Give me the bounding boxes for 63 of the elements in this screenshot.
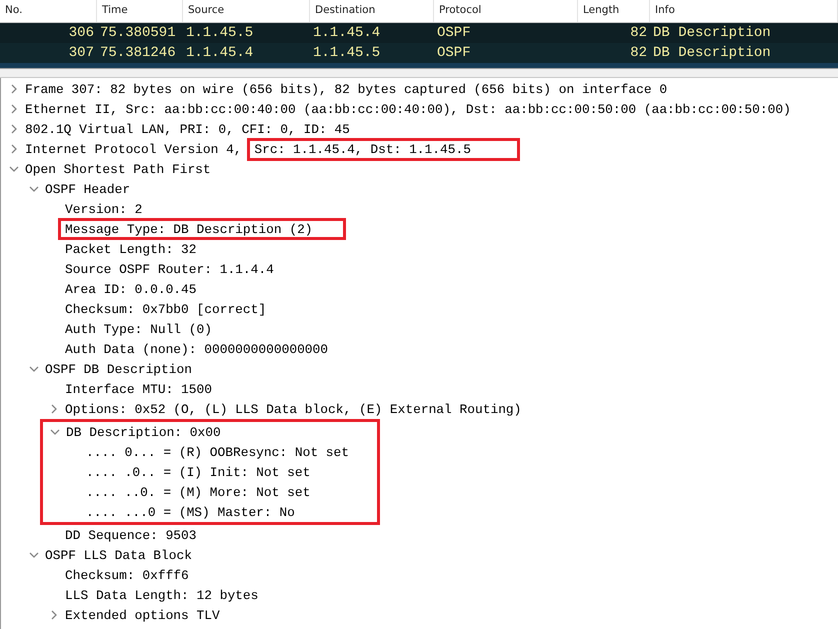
tree-item-label[interactable]: Auth Data (none): 0000000000000000 <box>65 340 328 358</box>
chevron-down-icon[interactable] <box>29 364 39 374</box>
tree-item-label[interactable]: OSPF DB Description <box>45 360 192 378</box>
column-header[interactable]: No. <box>0 0 97 22</box>
column-header[interactable]: Info <box>650 0 838 22</box>
table-cell-text: 307 <box>68 45 95 61</box>
tree-item-label[interactable]: Checksum: 0xfff6 <box>65 566 189 584</box>
table-cell-text: OSPF <box>436 45 472 61</box>
tree-item-label[interactable]: Extended options TLV <box>65 606 220 624</box>
tree-item-label[interactable]: Options: 0x52 (O, (L) LLS Data block, (E) External Routing) <box>65 400 522 418</box>
tree-item-label[interactable]: .... 0... = (R) OOBResync: Not set <box>86 444 350 460</box>
highlighted-text: Src: 1.1.45.4, Dst: 1.1.45.5 <box>247 138 520 160</box>
packet-row[interactable]: 307 75.381246 1.1.45.4 1.1.45.5 OSPF 82 DB Description <box>0 43 838 63</box>
chevron-right-icon[interactable] <box>9 124 19 134</box>
table-cell-text: 1.1.45.4 <box>312 25 382 41</box>
tree-item-label[interactable]: .... ..0. = (M) More: Not set <box>86 484 310 500</box>
tree-item-label[interactable]: 802.1Q Virtual LAN, PRI: 0, CFI: 0, ID: 45 <box>25 120 350 138</box>
chevron-right-icon[interactable] <box>9 84 19 94</box>
chevron-right-icon[interactable] <box>49 404 59 414</box>
tree-item-label[interactable]: Internet Protocol Version 4, <box>25 140 242 158</box>
tree-item-label[interactable]: OSPF Header <box>45 180 130 198</box>
chevron-right-icon[interactable] <box>9 104 19 114</box>
table-cell-text: DB Description <box>652 45 772 61</box>
tree-item-label[interactable]: .... ...0 = (MS) Master: No <box>86 504 295 520</box>
tree-item-label[interactable]: Open Shortest Path First <box>25 160 211 178</box>
pane-splitter[interactable] <box>0 68 838 78</box>
tree-item-label[interactable]: DD Sequence: 9503 <box>65 526 197 544</box>
tree-item-label[interactable]: Area ID: 0.0.0.45 <box>65 280 197 298</box>
chevron-down-icon[interactable] <box>50 427 60 437</box>
column-header[interactable]: Destination <box>310 0 434 22</box>
tree-item-label[interactable]: OSPF LLS Data Block <box>45 546 192 564</box>
table-cell-text: OSPF <box>436 25 472 41</box>
table-cell-text: 306 <box>68 25 95 41</box>
column-header[interactable]: Source <box>183 0 310 22</box>
tree-item-label[interactable]: Message Type: DB Description (2) <box>58 218 346 240</box>
tree-item-label[interactable]: Auth Type: Null (0) <box>65 320 212 338</box>
tree-item-label[interactable]: Checksum: 0x7bb0 [correct] <box>65 300 266 318</box>
chevron-down-icon[interactable] <box>29 550 39 560</box>
table-cell-text: 75.381246 <box>99 45 177 61</box>
tree-item-label[interactable]: Frame 307: 82 bytes on wire (656 bits), 82 bytes captured (656 bits) on interface 0 <box>25 80 668 98</box>
column-header[interactable]: Protocol <box>434 0 578 22</box>
table-cell-text: 75.380591 <box>99 25 177 41</box>
chevron-right-icon[interactable] <box>49 610 59 620</box>
table-cell-text: DB Description <box>652 25 772 41</box>
chevron-down-icon[interactable] <box>9 164 19 174</box>
column-header[interactable]: Length <box>578 0 650 22</box>
table-cell-text: 1.1.45.4 <box>185 45 254 61</box>
table-cell-text: 1.1.45.5 <box>312 45 382 61</box>
tree-item-label[interactable]: Packet Length: 32 <box>65 240 197 258</box>
chevron-right-icon[interactable] <box>9 144 19 154</box>
tree-item-label[interactable]: Version: 2 <box>65 200 142 218</box>
tree-item-label[interactable]: Ethernet II, Src: aa:bb:cc:00:40:00 (aa:bb:cc:00:40:00), Dst: aa:bb:cc:00:50:00 (aa:bb:cc:00:50:00) <box>25 100 791 118</box>
table-cell-text: 82 <box>629 25 648 41</box>
table-cell-text: 1.1.45.5 <box>185 25 254 41</box>
table-cell-text: 82 <box>629 45 648 61</box>
tree-item-label[interactable]: .... .0.. = (I) Init: Not set <box>86 464 310 480</box>
packet-row[interactable]: 306 75.380591 1.1.45.5 1.1.45.4 OSPF 82 DB Description <box>0 23 838 43</box>
tree-item-label[interactable]: DB Description: 0x00 <box>66 424 221 440</box>
tree-item-label[interactable]: LLS Data Length: 12 bytes <box>65 586 258 604</box>
tree-item-label[interactable]: Source OSPF Router: 1.1.4.4 <box>65 260 274 278</box>
tree-item-label[interactable]: Interface MTU: 1500 <box>65 380 212 398</box>
chevron-down-icon[interactable] <box>29 184 39 194</box>
column-header[interactable]: Time <box>97 0 183 22</box>
